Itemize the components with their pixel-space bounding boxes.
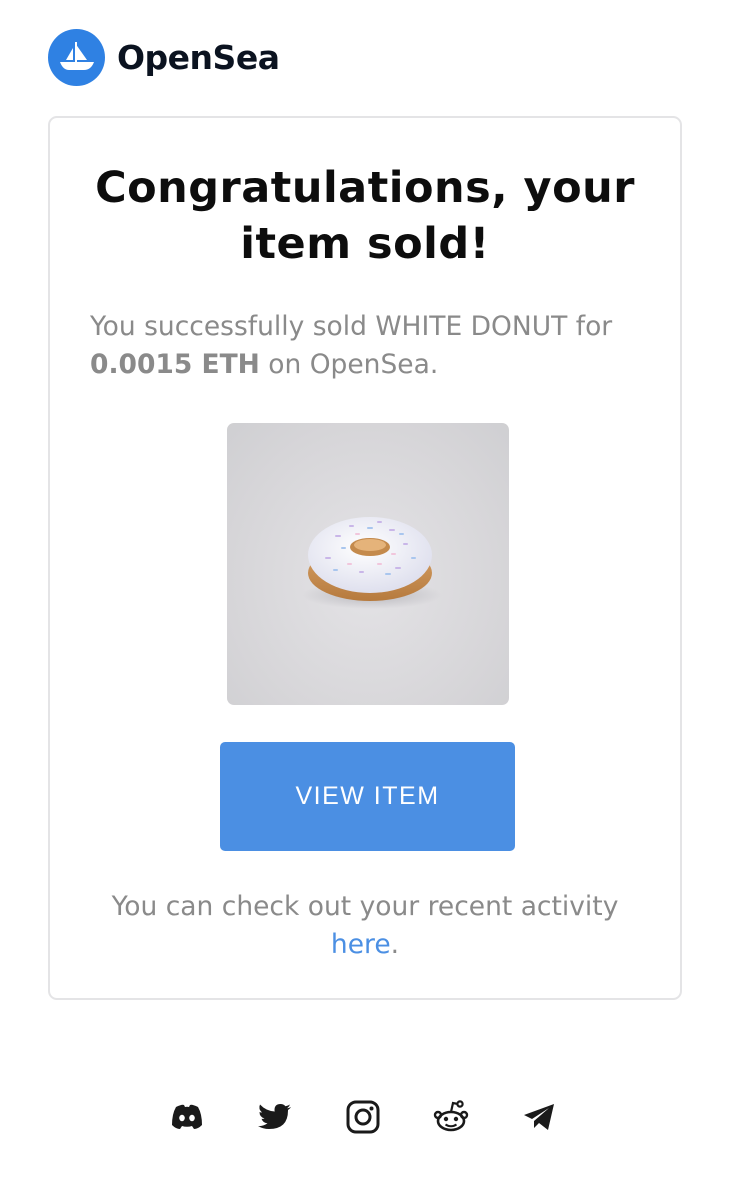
discord-icon[interactable] xyxy=(168,1098,206,1136)
title-line-1: Congratulations, your xyxy=(95,163,635,213)
header: OpenSea xyxy=(48,28,280,86)
sale-description-prefix: You successfully sold WHITE DONUT for xyxy=(90,311,613,342)
reddit-icon[interactable] xyxy=(432,1098,470,1136)
recent-activity-link[interactable]: here xyxy=(331,929,391,960)
view-item-button[interactable]: VIEW ITEM xyxy=(220,742,515,851)
telegram-icon[interactable] xyxy=(520,1098,558,1136)
title-line-2: item sold! xyxy=(240,219,490,269)
brand-name[interactable]: OpenSea xyxy=(117,38,280,77)
sale-description: You successfully sold WHITE DONUT for 0.… xyxy=(90,308,650,384)
item-image[interactable] xyxy=(227,423,509,705)
notification-card: Congratulations, your item sold! You suc… xyxy=(48,116,682,1000)
card-title: Congratulations, your item sold! xyxy=(50,160,680,272)
twitter-icon[interactable] xyxy=(256,1098,294,1136)
sale-amount: 0.0015 ETH xyxy=(90,349,260,380)
opensea-logo-icon[interactable] xyxy=(48,28,105,86)
instagram-icon[interactable] xyxy=(344,1098,382,1136)
recent-activity-note: You can check out your recent activity h… xyxy=(90,888,640,964)
social-links xyxy=(168,1098,608,1136)
recent-activity-period: . xyxy=(390,929,400,960)
sale-description-suffix: on OpenSea. xyxy=(259,349,439,380)
recent-activity-text: You can check out your recent activity xyxy=(111,891,619,922)
